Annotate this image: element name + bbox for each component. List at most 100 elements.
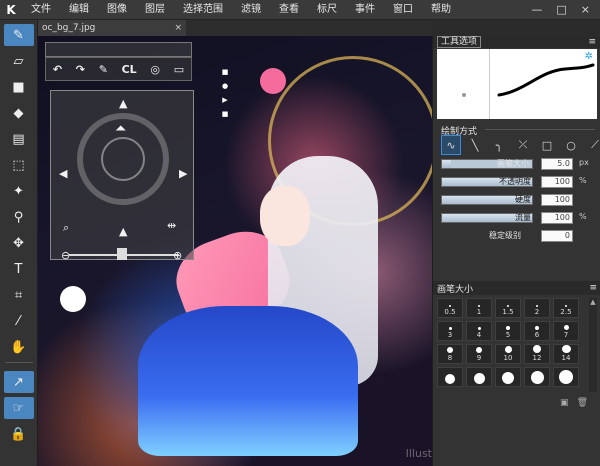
hand-tool-icon[interactable]: ✋ (4, 336, 34, 358)
brush-size-preset[interactable]: 14 (553, 344, 579, 364)
brush-size-preset[interactable] (553, 367, 579, 387)
marquee-tool-icon[interactable]: ⬚ (4, 154, 34, 176)
undo-icon[interactable]: ↶ (53, 63, 62, 76)
screen-icon[interactable]: ▭ (174, 63, 184, 76)
pressure-toggle-icon[interactable]: ↗ (3, 371, 34, 393)
brush-size-preset[interactable]: 2 (524, 298, 550, 318)
brush-size-dot (535, 326, 539, 330)
freehand-mode-icon[interactable]: ∿ (441, 135, 461, 155)
panel-menu-icon[interactable]: ≡ (588, 37, 596, 47)
brush-size-dot (504, 346, 512, 353)
brush-size-preset[interactable]: 9 (466, 344, 492, 364)
bucket-tool-icon[interactable]: ◆ (4, 102, 34, 124)
brush-size-preset[interactable] (495, 367, 521, 387)
rotate-indicator-icon[interactable]: ⏶ (115, 121, 126, 137)
flow-input[interactable]: 100 (541, 212, 573, 224)
lock-icon[interactable]: 🔒 (4, 423, 34, 445)
close-button[interactable]: × (581, 3, 590, 16)
maximize-button[interactable]: □ (556, 3, 566, 16)
redo-icon[interactable]: ↷ (76, 63, 85, 76)
brush-size-preset[interactable]: 8 (437, 344, 463, 364)
brush-size-menu-icon[interactable]: ≡ (589, 283, 597, 293)
polygon-mode-icon[interactable]: ⟋ (585, 135, 600, 155)
hand-mode-toggle-icon[interactable]: ☞ (3, 397, 34, 419)
menu-layer[interactable]: 图层 (136, 0, 174, 20)
line-mode-icon[interactable]: ╲ (465, 135, 485, 155)
lasso-tool-icon[interactable]: ⚲ (4, 206, 34, 228)
close-icon[interactable]: × (174, 20, 182, 36)
menu-edit[interactable]: 编辑 (60, 0, 98, 20)
brush-size-preset[interactable] (437, 367, 463, 387)
crop-tool-icon[interactable]: ⌗ (4, 284, 34, 306)
text-tool-icon[interactable]: T (4, 258, 34, 280)
menu-select[interactable]: 选择范围 (174, 0, 232, 20)
menu-ruler[interactable]: 标尺 (308, 0, 346, 20)
gradient-tool-icon[interactable]: ▤ (4, 128, 34, 150)
opacity-input[interactable]: 100 (541, 176, 573, 188)
pen-tool-icon[interactable]: ✎ (3, 24, 34, 46)
navigator-title-strip[interactable] (45, 42, 192, 57)
menu-file[interactable]: 文件 (22, 0, 60, 20)
brush-size-dot (530, 371, 544, 384)
pan-up-small-icon[interactable]: ▲ (119, 225, 127, 238)
fill-rect-tool-icon[interactable]: ■ (4, 76, 34, 98)
stabilizer-input[interactable]: 0 (541, 230, 573, 242)
brush-size-preset[interactable]: 3 (437, 321, 463, 341)
flip-horizontal-icon[interactable]: ⇹ (167, 219, 176, 232)
delete-preset-icon[interactable]: 🗑 (577, 398, 588, 408)
menu-event[interactable]: 事件 (346, 0, 384, 20)
brush-size-preset[interactable]: 5 (495, 321, 521, 341)
brush-size-scrollbar[interactable]: ▲ (589, 298, 597, 392)
rotate-up-arrow-icon[interactable]: ▲ (119, 97, 127, 110)
eyedropper-tool-icon[interactable]: ⁄ (4, 310, 34, 332)
brush-size-preset[interactable] (524, 367, 550, 387)
new-preset-icon[interactable]: ▣ (560, 398, 569, 408)
minimize-button[interactable]: — (531, 3, 542, 16)
move-tool-icon[interactable]: ✥ (4, 232, 34, 254)
side-square-icon[interactable]: ■ (222, 68, 229, 76)
menu-filter[interactable]: 滤镜 (232, 0, 270, 20)
zoom-slider-knob[interactable] (117, 248, 127, 260)
side-square2-icon[interactable]: ■ (222, 110, 229, 118)
brush-icon[interactable]: ✎ (99, 63, 108, 76)
side-play-icon[interactable]: ▶ (222, 96, 227, 104)
brush-size-preset[interactable]: 0.5 (437, 298, 463, 318)
pan-left-arrow-icon[interactable]: ◀ (59, 167, 67, 180)
rectangle-mode-icon[interactable]: □ (537, 135, 557, 155)
brush-size-input[interactable]: 5.0 (541, 158, 573, 170)
brush-preview: ✲ (437, 49, 597, 119)
artwork-watermark: Illust (405, 447, 432, 460)
brush-size-preset[interactable] (466, 367, 492, 387)
brush-size-preset[interactable]: 4 (466, 321, 492, 341)
menu-view[interactable]: 查看 (270, 0, 308, 20)
hardness-input[interactable]: 100 (541, 194, 573, 206)
brush-settings-gear-icon[interactable]: ✲ (585, 51, 593, 62)
menu-help[interactable]: 帮助 (422, 0, 460, 20)
side-dot-icon[interactable]: ● (222, 82, 228, 90)
brush-size-preset[interactable]: 12 (524, 344, 550, 364)
zoom-in-icon[interactable]: ⊕ (173, 249, 182, 262)
brush-size-preset[interactable]: 7 (553, 321, 579, 341)
eraser-tool-icon[interactable]: ▱ (4, 50, 34, 72)
brush-size-preset[interactable]: 6 (524, 321, 550, 341)
clear-layer-button[interactable]: CL (122, 63, 137, 76)
menu-image[interactable]: 图像 (98, 0, 136, 20)
curve-mode-icon[interactable]: ╮ (489, 135, 509, 155)
brush-size-preset[interactable]: 10 (495, 344, 521, 364)
document-tab[interactable]: oc_bg_7.jpg × (38, 20, 186, 36)
brush-size-preset[interactable]: 2.5 (553, 298, 579, 318)
zoom-fit-icon[interactable]: ⌕ (63, 221, 69, 235)
menu-window[interactable]: 窗口 (384, 0, 422, 20)
pan-right-arrow-icon[interactable]: ▶ (179, 167, 187, 180)
target-icon[interactable]: ◎ (150, 63, 160, 76)
magic-wand-tool-icon[interactable]: ✦ (4, 180, 34, 202)
brush-size-dot (559, 370, 573, 384)
brush-size-dot (507, 305, 509, 307)
scroll-up-arrow-icon[interactable]: ▲ (589, 298, 597, 306)
brush-size-value: 9 (476, 354, 482, 362)
brush-size-preset[interactable]: 1 (466, 298, 492, 318)
preview-divider (489, 49, 490, 119)
ellipse-mode-icon[interactable]: ○ (561, 135, 581, 155)
polyline-mode-icon[interactable]: ⤫ (513, 135, 533, 155)
brush-size-preset[interactable]: 1.5 (495, 298, 521, 318)
